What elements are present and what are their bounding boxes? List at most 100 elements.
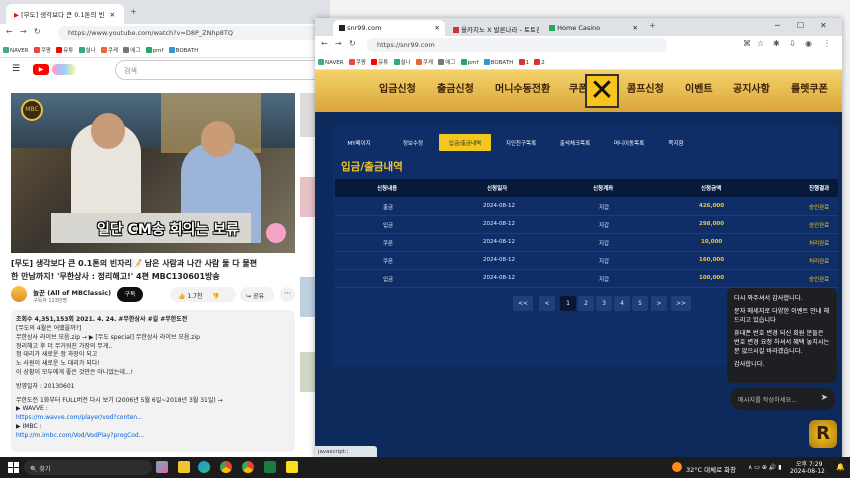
share-button[interactable]: ↪ 공유 [240,287,274,302]
nav-roulette[interactable]: 룰렛쿠폰 [791,80,828,95]
subtab-mypage[interactable]: MY페이지 [339,134,379,151]
tab-home-casino[interactable]: Home Casino ✕ [543,20,643,36]
page-next-button[interactable]: > [651,296,667,311]
like-button[interactable]: 👍 1.7천 👎 [170,287,236,302]
subtab-messages[interactable]: 쪽지함 [659,134,693,151]
tab-close-icon[interactable]: ✕ [633,24,638,32]
nav-deposit[interactable]: 입금신청 [379,80,416,95]
tab-allcasino[interactable]: 올카지노 X 발론나라 - 토토검 [447,20,539,36]
send-icon[interactable]: ➤ [820,393,828,403]
bookmark[interactable]: BOBATH [483,59,513,66]
bookmark[interactable]: 쿠팡 [33,46,51,54]
extensions-icon[interactable]: ✱ [773,39,780,48]
kakaotalk-icon[interactable] [286,461,298,473]
explorer-icon[interactable] [178,461,190,473]
page-prev-button[interactable]: < [539,296,555,311]
bookmark[interactable]: 쿠팡 [348,58,366,66]
nav-comp[interactable]: 콤프신청 [627,80,664,95]
search-input[interactable]: 검색 [115,60,330,80]
nav-money-convert[interactable]: 머니수동전환 [495,80,550,95]
youtube-logo-icon[interactable]: ▶ [33,64,49,75]
back-icon[interactable]: ← [6,27,13,36]
bookmark[interactable]: 쿠케 [415,58,433,66]
new-tab-icon[interactable]: + [649,21,656,30]
translate-icon[interactable]: ⌘ [743,39,751,48]
close-popup-icon[interactable]: ✕ [585,74,619,108]
nav-withdraw[interactable]: 출금신청 [437,80,474,95]
bookmark[interactable]: 유튜 [371,58,388,66]
back-icon[interactable]: ← [321,39,328,48]
new-tab-icon[interactable]: + [130,7,137,16]
download-icon[interactable]: ⇩ [789,39,796,48]
bookmark[interactable]: BOBATH [168,47,198,54]
channel-name[interactable]: 놀꾼 (All of MBClassic) [33,287,111,297]
windows-start-icon[interactable] [8,462,19,473]
bookmark[interactable]: 설나 [393,58,411,66]
reload-icon[interactable]: ↻ [349,39,356,48]
forward-icon[interactable]: → [20,27,27,36]
taskbar-search-field[interactable]: 🔍 찾기 [24,460,152,475]
menu-icon[interactable]: ☰ [12,64,20,74]
nav-notice[interactable]: 공지사항 [733,80,770,95]
page-button-current[interactable]: 1 [560,296,576,311]
clock-time[interactable]: 오후 7:29 [796,459,822,468]
star-icon[interactable]: ☆ [757,39,764,48]
bookmark[interactable]: 2 [534,59,545,66]
description-line[interactable]: https://m.wavve.com/player/vod?conten... [16,414,290,423]
page-button[interactable]: 5 [632,296,648,311]
close-window-icon[interactable]: ✕ [820,21,827,30]
tab-snr99[interactable]: snr99.com ✕ [333,20,445,36]
forward-icon[interactable]: → [335,39,342,48]
bookmark[interactable]: 쿠케 [100,46,118,54]
widget-app-icon[interactable] [156,461,168,473]
page-last-button[interactable]: >> [671,296,691,311]
page-button[interactable]: 2 [578,296,594,311]
weather-text[interactable]: 32°C 대체로 화창 [686,464,736,474]
chrome-icon[interactable] [220,461,232,473]
subtab-profile[interactable]: 정보수정 [393,134,433,151]
tray-icons[interactable]: ∧ ▭ ⊕ 🔊 ▮ [748,464,782,471]
url-field[interactable]: https://snr99.com [367,38,667,52]
chat-input[interactable]: 메시지를 작성하세요... ➤ [730,388,836,410]
maximize-icon[interactable]: ☐ [797,21,804,30]
avatar[interactable] [11,286,27,302]
url-field[interactable]: https://www.youtube.com/watch?v=D8P_ZNhp… [58,26,328,40]
tab-close-icon[interactable]: ✕ [435,24,440,32]
description-line[interactable]: http://m.imbc.com/Vod/VodPlay?progCod... [16,432,290,441]
subtab-friends[interactable]: 지인친구목록 [497,134,545,151]
bookmark[interactable]: 애그 [438,58,455,66]
tab-youtube[interactable]: ▶ [무도] 생각보다 큰 0.1톤의 빈 ✕ [6,4,124,24]
subtab-attendance[interactable]: 출석체크목록 [551,134,599,151]
bookmark[interactable]: NAVER [3,47,29,54]
thumbs-down-icon[interactable]: 👎 [212,293,219,300]
menu-dots-icon[interactable]: ⋮ [823,39,831,48]
subtab-history[interactable]: 입금/출금내역 [439,134,491,151]
weather-icon[interactable] [672,462,682,472]
notification-icon[interactable]: 🔔 [836,463,845,471]
r-logo-icon[interactable]: R [809,420,837,448]
subtab-money-move[interactable]: 머니이동목록 [605,134,653,151]
video-player[interactable]: MBC 일단 CM송 회의는 보류 [11,93,295,253]
minimize-icon[interactable]: ─ [775,21,780,30]
bookmark[interactable]: 설나 [78,46,96,54]
bookmark[interactable]: pmf [460,59,478,66]
excel-icon[interactable] [264,461,276,473]
more-options-icon[interactable]: ⋯ [280,287,295,302]
chrome-icon[interactable] [242,461,254,473]
page-button[interactable]: 4 [614,296,630,311]
tab-close-icon[interactable]: ✕ [110,11,115,19]
profile-icon[interactable]: ◉ [805,39,812,48]
nav-event[interactable]: 이벤트 [685,80,713,95]
page-button[interactable]: 3 [596,296,612,311]
description-box[interactable]: 조회수 4,351,153회 2021. 4. 24. #무한상사 #길 #무한… [11,310,295,452]
bookmark[interactable]: 애그 [123,46,140,54]
clock-date[interactable]: 2024-08-12 [790,468,825,475]
subscribe-button[interactable]: 구독 [117,287,143,302]
edge-icon[interactable] [198,461,210,473]
bookmark[interactable]: 유튜 [56,46,73,54]
bookmark[interactable]: 1 [518,59,529,66]
page-first-button[interactable]: << [513,296,533,311]
reload-icon[interactable]: ↻ [34,27,41,36]
bookmark[interactable]: pmf [145,47,163,54]
bookmark[interactable]: NAVER [318,59,344,66]
